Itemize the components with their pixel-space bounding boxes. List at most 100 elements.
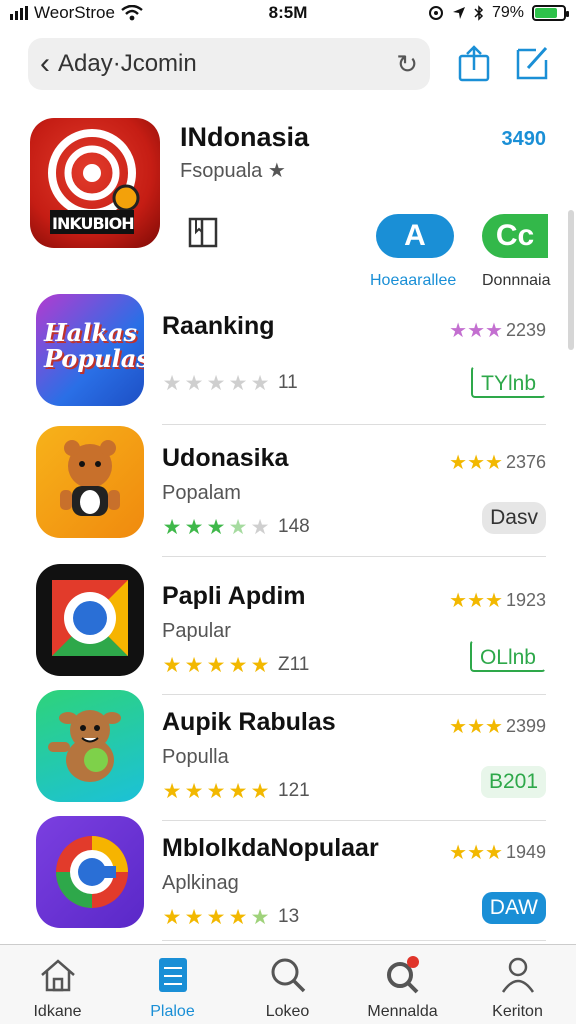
rating-stars-icon: ★★★ bbox=[449, 716, 503, 738]
app-stars: ★ ★ ★ ★ ★ 121 bbox=[162, 780, 310, 802]
star-icon: ★ bbox=[162, 371, 182, 395]
rating-stars-icon: ★★★ bbox=[449, 842, 503, 864]
star-icon: ★ bbox=[184, 653, 204, 677]
star-icon: ★ bbox=[162, 515, 182, 539]
tab-apps[interactable]: Plaloe bbox=[115, 955, 230, 1021]
star-icon: ★ bbox=[228, 905, 248, 929]
bookmark-icon[interactable] bbox=[186, 216, 220, 250]
app-icon[interactable] bbox=[36, 816, 144, 928]
app-icon[interactable] bbox=[36, 564, 144, 676]
rating-stars-icon: ★★★ bbox=[449, 320, 503, 342]
person-icon bbox=[501, 957, 534, 993]
star-icon: ★ bbox=[206, 653, 226, 677]
star-icon: ★ bbox=[228, 371, 248, 395]
star-icon: ★ bbox=[250, 779, 270, 803]
app-artwork-icon bbox=[48, 710, 121, 782]
tab-updates-label: Mennalda bbox=[367, 1003, 438, 1020]
reload-icon[interactable]: ↻ bbox=[396, 49, 418, 80]
star-icon: ★ bbox=[267, 160, 286, 182]
app-title: Rаanking bbox=[162, 312, 275, 340]
divider bbox=[162, 556, 546, 557]
star-icon: ★ bbox=[184, 515, 204, 539]
app-artwork-icon bbox=[56, 836, 128, 908]
app-review-count: 11 bbox=[278, 372, 298, 393]
tab-home-label: Idkane bbox=[33, 1003, 82, 1020]
star-icon: ★ bbox=[250, 371, 270, 395]
app-review-count: 13 bbox=[278, 906, 300, 927]
cc-icon: Cc bbox=[495, 219, 535, 252]
star-icon: ★ bbox=[184, 371, 204, 395]
app-subtitle: Aplkinag bbox=[162, 872, 239, 894]
app-get-button[interactable]: TYlnb bbox=[471, 366, 546, 398]
a-icon: A bbox=[404, 219, 426, 252]
app-get-button[interactable]: B201 bbox=[480, 766, 546, 798]
featured-title: INdonasia bbox=[180, 122, 310, 152]
carrier: WeorStroe bbox=[10, 3, 143, 23]
featured-button-a-label: Hoeaarallee bbox=[370, 272, 457, 289]
status-bar: WeorStroe 8:5M 79% bbox=[0, 0, 576, 26]
app-title: Aupik Rabulas bbox=[162, 708, 336, 736]
star-icon: ★ bbox=[162, 653, 182, 677]
featured-app-icon[interactable]: INKUBIOH bbox=[30, 118, 160, 248]
app-stars: ★ ★ ★ ★ ★ 148 bbox=[162, 516, 310, 538]
app-get-button[interactable]: DAW bbox=[481, 892, 546, 924]
url-bar[interactable]: ‹ Aday·Jcomin ↻ bbox=[28, 38, 430, 90]
app-icon[interactable] bbox=[36, 426, 144, 538]
apps-icon bbox=[158, 958, 187, 992]
battery-icon bbox=[532, 5, 569, 21]
tab-account[interactable]: Keriton bbox=[460, 955, 575, 1021]
app-rating-count: 2399 bbox=[505, 716, 546, 736]
app-stars: ★ ★ ★ ★ ★ Z11 bbox=[162, 653, 310, 677]
rating-stars-icon: ★★★ bbox=[449, 590, 503, 612]
app-list-item[interactable]: Halkas Populas Rаanking ★ ★ ★ ★ ★ 11 ★★★ 2239 TYln… bbox=[0, 292, 576, 425]
star-icon: ★ bbox=[228, 515, 248, 539]
app-rating-count: 2239 bbox=[505, 320, 546, 340]
star-icon: ★ bbox=[206, 779, 226, 803]
back-icon[interactable]: ‹ bbox=[40, 47, 50, 81]
carrier-label: WeorStroe bbox=[34, 3, 115, 22]
wifi-icon bbox=[121, 5, 143, 21]
featured-app[interactable]: INKUBIOH INdonasia Fsopuala ★ 3490 A Hoe… bbox=[0, 110, 576, 290]
app-subtitle: Populla bbox=[162, 746, 229, 768]
signal-icon bbox=[10, 6, 28, 20]
app-rating: ★★★ 2399 bbox=[449, 714, 546, 739]
tab-home[interactable]: Idkane bbox=[0, 955, 115, 1021]
star-icon: ★ bbox=[228, 653, 248, 677]
star-icon: ★ bbox=[206, 905, 226, 929]
tab-updates[interactable]: Mennalda bbox=[345, 955, 460, 1021]
app-list-item[interactable]: Papli Apdim Papular ★ ★ ★ ★ ★ Z11 ★★★ 1923 OLlnb bbox=[0, 562, 576, 695]
tab-search[interactable]: Lokeo bbox=[230, 955, 345, 1021]
app-review-count: Z11 bbox=[278, 654, 310, 675]
rating-stars-icon: ★★★ bbox=[449, 452, 503, 474]
url-text: Aday·Jcomin bbox=[58, 50, 197, 77]
featured-button-a[interactable]: A bbox=[376, 214, 454, 258]
app-list-item[interactable]: Udonasika Popalam ★ ★ ★ ★ ★ 148 ★★★ 2376 Dasv bbox=[0, 424, 576, 557]
app-icon[interactable] bbox=[36, 690, 144, 802]
app-list-item[interactable]: Aupik Rabulas Populla ★ ★ ★ ★ ★ 121 ★★★ 2399 B201 bbox=[0, 688, 576, 821]
app-get-button[interactable]: OLlnb bbox=[469, 640, 546, 672]
tab-account-label: Keriton bbox=[492, 1003, 543, 1020]
star-icon: ★ bbox=[206, 371, 226, 395]
search-badge-icon bbox=[386, 956, 419, 994]
app-review-count: 121 bbox=[278, 780, 310, 801]
app-artwork-icon bbox=[60, 440, 120, 516]
share-icon[interactable] bbox=[456, 44, 492, 82]
app-rating-count: 1923 bbox=[505, 590, 546, 610]
compose-icon[interactable] bbox=[514, 44, 550, 82]
app-list-item[interactable]: MblolkdaNopulaar Aplkinag ★ ★ ★ ★ ★ 13 ★★★ 1949 DA… bbox=[0, 814, 576, 941]
app-stars: ★ ★ ★ ★ ★ 11 bbox=[162, 372, 298, 394]
featured-subtitle: Fsopuala bbox=[180, 160, 263, 182]
app-title: Papli Apdim bbox=[162, 582, 306, 610]
featured-subtitle-row: Fsopuala ★ bbox=[180, 158, 286, 183]
app-rating: ★★★ 2239 bbox=[449, 318, 546, 343]
app-get-button[interactable]: Dasv bbox=[482, 502, 546, 534]
app-subtitle: Papular bbox=[162, 620, 231, 642]
star-icon: ★ bbox=[206, 515, 226, 539]
search-icon bbox=[271, 958, 305, 993]
featured-button-b[interactable]: Cc bbox=[482, 214, 548, 258]
app-rating: ★★★ 2376 bbox=[449, 450, 546, 475]
star-icon: ★ bbox=[228, 779, 248, 803]
app-icon[interactable]: Halkas Populas bbox=[36, 294, 144, 406]
tab-apps-label: Plaloe bbox=[150, 1003, 195, 1020]
featured-icon-text: INKUBIOH bbox=[52, 214, 135, 233]
